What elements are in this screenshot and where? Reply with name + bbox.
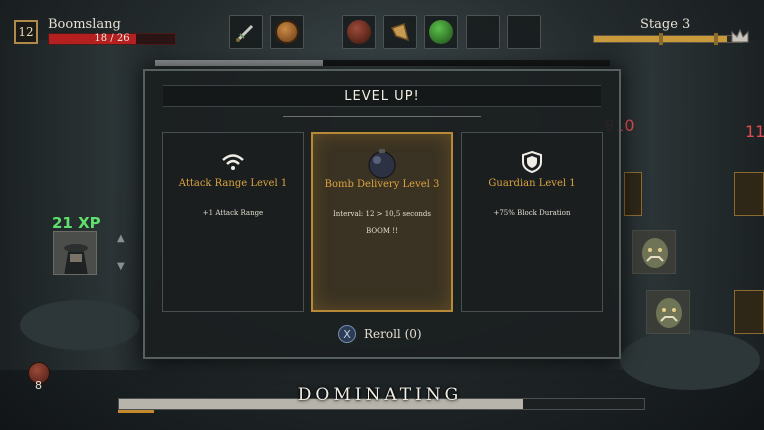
controller-x-button-icon: X	[338, 325, 356, 343]
equipment-slot-shield[interactable]	[270, 15, 304, 49]
horn-icon	[390, 23, 410, 42]
stage-label: Stage 3	[640, 17, 691, 32]
item-slot-5[interactable]	[507, 15, 541, 49]
enemy-orc-portrait[interactable]	[632, 230, 676, 274]
enemy-orc-portrait[interactable]	[646, 290, 690, 334]
damage-number: 11	[745, 122, 764, 141]
upgrade-card-bomb-delivery[interactable]: Bomb Delivery Level 3 Interval: 12 > 10,…	[311, 132, 453, 312]
enemy-card-edge	[624, 172, 642, 216]
health-bar: 18 / 26	[48, 33, 176, 45]
orc-icon	[633, 231, 675, 273]
hooded-figure-icon	[54, 232, 96, 274]
stage-marker	[714, 33, 718, 45]
scroll-up-arrow[interactable]: ▲	[117, 233, 125, 244]
card-description: +75% Block Duration	[493, 209, 571, 217]
card-description: Interval: 12 > 10,5 seconds	[332, 210, 431, 218]
orc-icon	[647, 291, 689, 333]
wave-progress-fill	[155, 60, 324, 66]
card-description: +1 Attack Range	[202, 209, 264, 217]
green-orb-icon	[429, 20, 453, 44]
scroll-down-arrow[interactable]: ▼	[117, 261, 125, 272]
bomb-icon	[313, 148, 451, 179]
card-title: Attack Range Level 1	[178, 178, 288, 189]
card-title: Bomb Delivery Level 3	[324, 179, 440, 190]
health-text: 18 / 26	[94, 33, 130, 44]
rock-decor	[620, 330, 760, 390]
reroll-label: Reroll (0)	[364, 327, 422, 341]
upgrade-card-guardian[interactable]: Guardian Level 1 +75% Block Duration	[461, 132, 603, 312]
dominating-sub-progress	[118, 410, 154, 413]
crown-icon	[731, 28, 749, 43]
stage-progress-bar	[593, 33, 743, 45]
shield-badge-icon	[462, 147, 602, 177]
wave-progress-bar	[155, 60, 610, 66]
player-name: Boomslang	[48, 17, 121, 32]
hero-portrait[interactable]	[53, 231, 97, 275]
coin-count: 8	[35, 379, 42, 392]
title-divider	[283, 116, 481, 117]
reroll-button[interactable]: X Reroll (0)	[338, 323, 422, 345]
enemy-card-edge	[734, 290, 764, 334]
xp-gain-text: 21 XP	[52, 214, 101, 232]
level-up-title: LEVEL UP!	[163, 85, 601, 107]
dominating-banner: DOMINATING	[297, 385, 463, 405]
bomb-orb-icon	[347, 20, 371, 44]
player-level-badge: 12	[14, 20, 38, 44]
rock-decor	[20, 300, 140, 350]
dagger-icon	[236, 24, 254, 42]
item-slot-2[interactable]	[383, 15, 417, 49]
card-title: Guardian Level 1	[488, 178, 576, 189]
upgrade-card-attack-range[interactable]: Attack Range Level 1 +1 Attack Range	[162, 132, 304, 312]
shield-icon	[275, 20, 299, 44]
equipment-slot-weapon[interactable]	[229, 15, 263, 49]
stage-marker	[659, 33, 663, 45]
item-slot-1[interactable]	[342, 15, 376, 49]
enemy-card-edge	[734, 172, 764, 216]
card-description-extra: BOOM !!	[366, 227, 398, 235]
item-slot-4[interactable]	[466, 15, 500, 49]
wifi-range-icon	[163, 147, 303, 177]
item-slot-3[interactable]	[424, 15, 458, 49]
